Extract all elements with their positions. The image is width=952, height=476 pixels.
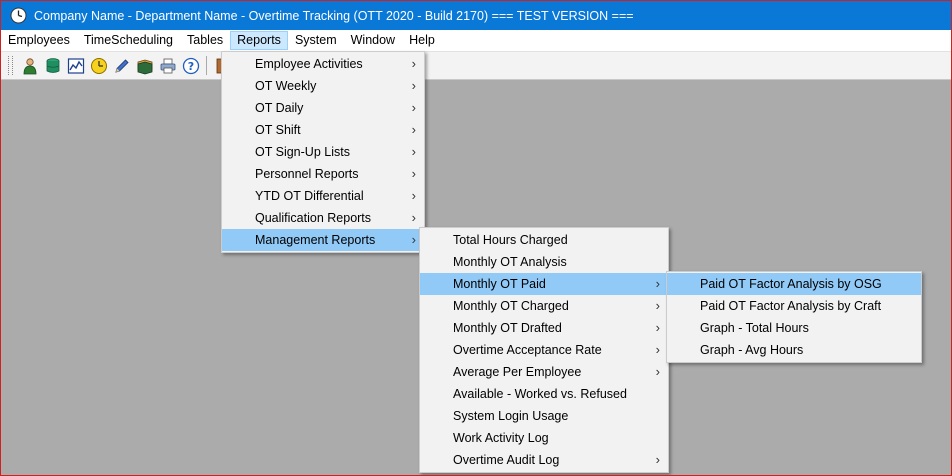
clock-app-icon bbox=[10, 7, 27, 24]
reports-item-ot-weekly[interactable]: OT Weekly › bbox=[222, 75, 424, 97]
menu-help[interactable]: Help bbox=[402, 31, 442, 50]
chart-button[interactable] bbox=[64, 54, 87, 77]
management-reports-menu: Total Hours Charged Monthly OT Analysis … bbox=[419, 227, 669, 473]
reports-item-ot-daily[interactable]: OT Daily › bbox=[222, 97, 424, 119]
mgmt-item-work-activity-log[interactable]: Work Activity Log bbox=[420, 427, 668, 449]
menu-employees[interactable]: Employees bbox=[1, 31, 77, 50]
mgmt-item-system-login-usage[interactable]: System Login Usage bbox=[420, 405, 668, 427]
mgmt-item-monthly-ot-paid[interactable]: Monthly OT Paid › bbox=[420, 273, 668, 295]
reports-item-ot-shift[interactable]: OT Shift › bbox=[222, 119, 424, 141]
svg-text:?: ? bbox=[187, 60, 193, 73]
mgmt-item-average-per-employee[interactable]: Average Per Employee › bbox=[420, 361, 668, 383]
pencil-icon bbox=[114, 58, 129, 73]
monthly-ot-paid-menu: Paid OT Factor Analysis by OSG Paid OT F… bbox=[666, 271, 922, 363]
mgmt-item-monthly-ot-analysis[interactable]: Monthly OT Analysis bbox=[420, 251, 668, 273]
mgmt-item-overtime-acceptance-rate[interactable]: Overtime Acceptance Rate › bbox=[420, 339, 668, 361]
edit-button[interactable] bbox=[110, 54, 133, 77]
chevron-right-icon: › bbox=[655, 276, 660, 291]
title-bar[interactable]: Company Name - Department Name - Overtim… bbox=[1, 1, 951, 30]
chevron-right-icon: › bbox=[411, 210, 416, 225]
reports-menu: Employee Activities › OT Weekly › OT Daily… bbox=[221, 51, 425, 253]
toolbar-grip[interactable] bbox=[8, 56, 13, 75]
chevron-right-icon: › bbox=[655, 320, 660, 335]
otpaid-item-factor-osg[interactable]: Paid OT Factor Analysis by OSG bbox=[667, 273, 921, 295]
chevron-right-icon: › bbox=[655, 364, 660, 379]
printer-icon bbox=[160, 58, 175, 73]
employee-icon bbox=[23, 57, 36, 74]
otpaid-item-graph-avg-hours[interactable]: Graph - Avg Hours bbox=[667, 339, 921, 361]
window-title: Company Name - Department Name - Overtim… bbox=[34, 8, 634, 23]
chevron-right-icon: › bbox=[655, 452, 660, 467]
print-button[interactable] bbox=[156, 54, 179, 77]
menu-window[interactable]: Window bbox=[344, 31, 402, 50]
reports-item-personnel-reports[interactable]: Personnel Reports › bbox=[222, 163, 424, 185]
reports-item-ot-signup-lists[interactable]: OT Sign-Up Lists › bbox=[222, 141, 424, 163]
chevron-right-icon: › bbox=[411, 144, 416, 159]
otpaid-item-graph-total-hours[interactable]: Graph - Total Hours bbox=[667, 317, 921, 339]
app-window: Company Name - Department Name - Overtim… bbox=[0, 0, 952, 476]
employee-button[interactable] bbox=[18, 54, 41, 77]
chevron-right-icon: › bbox=[411, 100, 416, 115]
clock-icon bbox=[90, 57, 107, 74]
toolbar-separator bbox=[206, 56, 207, 75]
chevron-right-icon: › bbox=[411, 232, 416, 247]
chevron-right-icon: › bbox=[411, 188, 416, 203]
help-icon: ? bbox=[182, 57, 199, 74]
mgmt-item-overtime-audit-log[interactable]: Overtime Audit Log › bbox=[420, 449, 668, 471]
help-button[interactable]: ? bbox=[179, 54, 202, 77]
database-button[interactable] bbox=[41, 54, 64, 77]
chevron-right-icon: › bbox=[411, 78, 416, 93]
chevron-right-icon: › bbox=[411, 166, 416, 181]
otpaid-item-factor-craft[interactable]: Paid OT Factor Analysis by Craft bbox=[667, 295, 921, 317]
book-button[interactable] bbox=[133, 54, 156, 77]
mgmt-item-monthly-ot-drafted[interactable]: Monthly OT Drafted › bbox=[420, 317, 668, 339]
clock-button[interactable] bbox=[87, 54, 110, 77]
menu-timescheduling[interactable]: TimeScheduling bbox=[77, 31, 180, 50]
chevron-right-icon: › bbox=[655, 342, 660, 357]
menu-system[interactable]: System bbox=[288, 31, 344, 50]
database-icon bbox=[46, 57, 59, 73]
chevron-right-icon: › bbox=[411, 56, 416, 71]
chart-icon bbox=[67, 57, 84, 74]
menu-tables[interactable]: Tables bbox=[180, 31, 230, 50]
reports-item-employee-activities[interactable]: Employee Activities › bbox=[222, 53, 424, 75]
chevron-right-icon: › bbox=[655, 298, 660, 313]
mgmt-item-total-hours-charged[interactable]: Total Hours Charged bbox=[420, 229, 668, 251]
toolbar: ? bbox=[1, 52, 951, 80]
reports-item-ytd-ot-differential[interactable]: YTD OT Differential › bbox=[222, 185, 424, 207]
reports-item-qualification-reports[interactable]: Qualification Reports › bbox=[222, 207, 424, 229]
reports-item-management-reports[interactable]: Management Reports › bbox=[222, 229, 424, 251]
book-icon bbox=[137, 59, 152, 74]
menu-reports[interactable]: Reports bbox=[230, 31, 288, 50]
chevron-right-icon: › bbox=[411, 122, 416, 137]
mgmt-item-monthly-ot-charged[interactable]: Monthly OT Charged › bbox=[420, 295, 668, 317]
mgmt-item-available-worked-refused[interactable]: Available - Worked vs. Refused bbox=[420, 383, 668, 405]
menu-bar: Employees TimeScheduling Tables Reports … bbox=[1, 30, 951, 52]
